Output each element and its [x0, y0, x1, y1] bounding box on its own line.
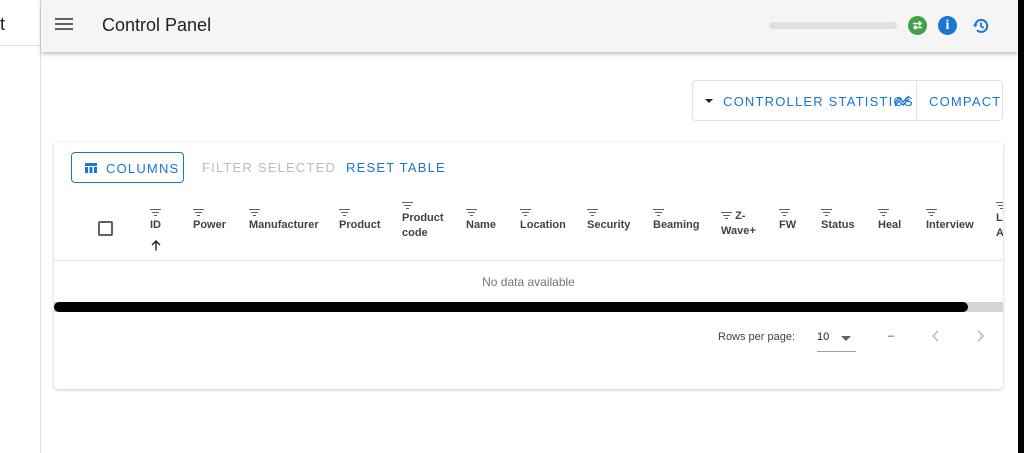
filter-icon	[520, 209, 531, 216]
filter-icon	[821, 209, 832, 216]
controller-statistics-label: CONTROLLER STATISTICS	[723, 94, 914, 109]
trend-icon	[894, 95, 910, 107]
column-header-location[interactable]: Location	[520, 209, 566, 233]
filter-icon	[402, 202, 413, 209]
filter-icon	[779, 209, 790, 216]
filter-selected-button[interactable]: FILTER SELECTED	[202, 160, 336, 175]
column-header-label: FW	[779, 219, 797, 231]
filter-icon	[878, 209, 889, 216]
empty-table-message: No data available	[482, 275, 575, 289]
column-header-label-line2: Wave+	[721, 225, 756, 237]
column-header-product[interactable]: Product	[339, 209, 381, 233]
column-header-label: ID	[150, 219, 161, 231]
column-header-label: Location	[520, 219, 566, 231]
column-header-label-line2: code	[402, 227, 428, 239]
column-header-product-code[interactable]: Product code	[402, 202, 444, 241]
column-header-heal[interactable]: Heal	[878, 209, 901, 233]
history-icon[interactable]	[971, 16, 991, 36]
navigation-drawer: t	[0, 0, 41, 453]
select-all-checkbox[interactable]	[98, 221, 113, 236]
filter-icon	[653, 209, 664, 216]
column-header-label: Z-	[735, 210, 746, 222]
info-icon[interactable]: i	[938, 16, 957, 35]
controller-statistics-button[interactable]: CONTROLLER STATISTICS	[693, 81, 916, 120]
rows-per-page-value: 10	[817, 331, 830, 343]
view-column-icon	[85, 163, 97, 173]
column-header-label: Power	[193, 219, 227, 231]
column-header-manufacturer[interactable]: Manufacturer	[249, 209, 319, 233]
filter-icon	[466, 209, 477, 216]
filter-icon	[193, 209, 204, 216]
rows-per-page-select[interactable]: 10	[817, 325, 856, 352]
page-title: Control Panel	[102, 15, 212, 35]
compact-label: COMPACT	[929, 94, 1002, 109]
reset-table-button[interactable]: RESET TABLE	[346, 160, 446, 175]
dropdown-caret-icon	[705, 99, 713, 103]
vertical-scrollbar[interactable]	[1018, 0, 1024, 453]
column-header-interview[interactable]: Interview	[926, 209, 974, 233]
column-header-zwave-plus[interactable]: Z- Wave+	[721, 209, 756, 239]
filter-icon	[249, 209, 260, 216]
chevron-left-icon[interactable]	[928, 327, 944, 345]
column-header-label: Name	[466, 219, 496, 231]
filter-icon	[721, 212, 732, 219]
nodes-table-card: COLUMNS FILTER SELECTED RESET TABLE ID P…	[54, 142, 1003, 389]
sync-icon[interactable]	[908, 16, 927, 35]
chevron-down-icon	[841, 336, 851, 341]
filter-icon	[926, 209, 937, 216]
page-range-text: –	[888, 330, 895, 342]
arrow-up-icon[interactable]	[151, 239, 161, 254]
column-header-label-line2: A	[996, 227, 1003, 239]
column-header-label: Product	[339, 219, 381, 231]
filter-icon	[339, 209, 350, 216]
columns-label: COLUMNS	[106, 161, 180, 176]
rows-per-page-label: Rows per page:	[718, 331, 796, 343]
chevron-right-icon[interactable]	[972, 327, 988, 345]
column-header-label: Manufacturer	[249, 219, 319, 231]
filter-icon	[587, 209, 598, 216]
column-header-fw[interactable]: FW	[779, 209, 796, 233]
column-header-beaming[interactable]: Beaming	[653, 209, 699, 233]
filter-icon	[996, 202, 1003, 209]
column-header-last-active[interactable]: L A	[996, 202, 1003, 241]
main-content: Control Panel i CONTROLLER STATISTICS CO…	[41, 0, 1018, 453]
toolbar-button-group: CONTROLLER STATISTICS COMPACT	[692, 80, 1003, 121]
compact-button[interactable]: COMPACT	[917, 81, 1003, 120]
column-header-security[interactable]: Security	[587, 209, 630, 233]
progress-bar	[769, 22, 897, 29]
column-header-label: L	[996, 212, 1003, 224]
column-header-label: Product	[402, 212, 444, 224]
column-header-power[interactable]: Power	[193, 209, 226, 233]
app-bar: Control Panel i	[41, 0, 1018, 52]
column-header-label: Interview	[926, 219, 974, 231]
column-header-id[interactable]: ID	[150, 209, 161, 233]
table-header: ID Power Manufacturer Product Product co…	[54, 198, 1003, 261]
columns-button[interactable]: COLUMNS	[71, 152, 184, 183]
column-header-label: Heal	[878, 219, 902, 231]
filter-icon	[150, 209, 161, 216]
column-header-label: Security	[587, 219, 631, 231]
drawer-item-text[interactable]: t	[0, 14, 5, 35]
menu-icon[interactable]	[55, 15, 75, 37]
column-header-name[interactable]: Name	[466, 209, 496, 233]
column-header-label: Status	[821, 219, 855, 231]
drawer-divider	[0, 45, 40, 46]
column-header-label: Beaming	[653, 219, 700, 231]
horizontal-scrollbar-thumb[interactable]	[54, 302, 968, 312]
column-header-status[interactable]: Status	[821, 209, 855, 233]
